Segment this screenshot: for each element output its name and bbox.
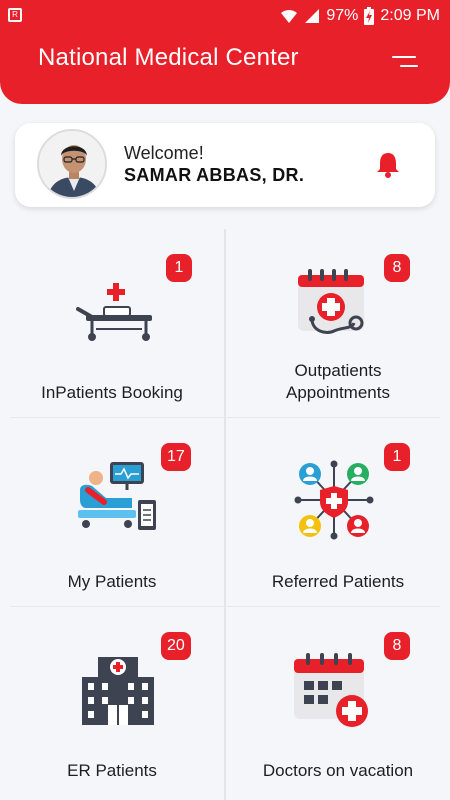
battery-percent: 97% [326,7,359,24]
avatar[interactable] [37,129,107,199]
tile-label: Outpatients Appointments [286,361,390,402]
battery-charging-icon [364,7,375,25]
tile-label: InPatients Booking [41,383,183,402]
welcome-card: Welcome! SAMAR ABBAS, DR. [15,123,435,207]
app-header: R 97% 2:09 PM National Medical Center [0,0,450,104]
outpatients-badge: 8 [384,254,410,282]
tile-label: Doctors on vacation [262,761,414,780]
tile-label: ER Patients [67,761,157,780]
welcome-greeting: Welcome! [124,143,204,163]
sim-icon: R [8,8,22,22]
wifi-icon [281,9,298,23]
tile-referred-patients[interactable]: 1 Referred Patients [226,418,450,607]
tile-inpatients-booking[interactable]: 1 InPatients Booking [0,229,224,418]
calendar-medical-icon [294,653,368,727]
referred-badge: 1 [384,443,410,471]
er-badge: 20 [161,632,191,660]
menu-icon[interactable] [388,52,420,72]
tile-er-patients[interactable]: 20 ER Patients [0,607,224,796]
patient-monitor-icon [78,462,156,530]
doctor-name: SAMAR ABBAS, DR. [124,165,305,185]
vacation-badge: 8 [384,632,410,660]
tile-my-patients[interactable]: 17 My Patients [0,418,224,607]
status-icons: 97% 2:09 PM [280,6,440,26]
inpatients-badge: 1 [166,254,192,282]
bell-icon[interactable] [375,151,401,179]
page-title: National Medical Center [38,44,299,71]
tile-label: Referred Patients [271,572,405,591]
tile-doctors-on-vacation[interactable]: 8 Doctors on vacation [226,607,450,796]
status-bar: R 97% 2:09 PM [0,0,450,30]
signal-icon [305,9,320,23]
clock: 2:09 PM [380,7,440,24]
my-patients-badge: 17 [161,443,191,471]
referral-network-icon [294,460,374,540]
hospital-building-icon [82,657,154,725]
tile-label: My Patients [67,572,157,591]
calendar-stethoscope-icon [298,269,364,334]
tile-outpatients-appointments[interactable]: 8 Outpatients Appointments [226,229,450,418]
hospital-bed-icon [76,283,152,341]
dashboard-grid: 1 InPatients Booking 8 Outpatients Appoi… [0,229,450,800]
